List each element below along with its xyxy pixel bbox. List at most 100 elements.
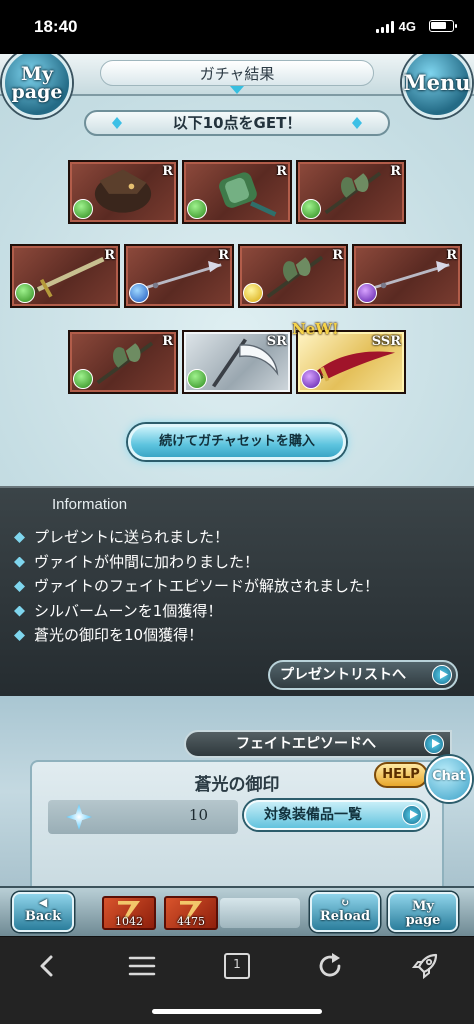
rarity-badge: R [332, 248, 343, 263]
game-footer: ◀ Back 1042 4475 ↻ Reload My page [0, 886, 474, 936]
information-panel: Information プレゼントに送られました！ ヴァイトが仲間に加わりました… [0, 486, 474, 696]
wind-element-icon [73, 199, 93, 219]
seal-count: 10 [188, 806, 208, 824]
ticket-item[interactable]: 4475 [164, 896, 218, 930]
page-title: ガチャ結果 [100, 60, 374, 86]
info-message: ヴァイトのフェイトエピソードが解放されました！ [34, 577, 380, 595]
signal-icon [376, 21, 394, 33]
wind-element-icon [73, 369, 93, 389]
list-item: ヴァイトのフェイトエピソードが解放されました！ [14, 575, 379, 600]
rarity-badge: R [162, 334, 173, 349]
new-tag: NeW! [292, 320, 339, 338]
rarity-badge: SSR [371, 334, 401, 349]
back-arrow-icon: ◀ [38, 896, 48, 909]
ticket-count: 4475 [177, 915, 205, 928]
wind-element-icon [15, 283, 35, 303]
back-button[interactable]: ◀ Back [12, 892, 74, 932]
ticket-item[interactable]: 1042 [102, 896, 156, 930]
arrow-right-icon [424, 734, 444, 754]
item-card[interactable]: R [68, 160, 178, 224]
present-list-button[interactable]: プレゼントリストへ [268, 660, 458, 690]
arrow-right-icon [402, 805, 422, 825]
wind-element-icon [301, 199, 321, 219]
item-card[interactable]: R [238, 244, 348, 308]
diamond-icon [14, 532, 25, 543]
footer-slot [220, 898, 300, 928]
rocket-icon[interactable] [410, 951, 440, 981]
dark-element-icon [357, 283, 377, 303]
footer-mypage-button[interactable]: My page [388, 892, 458, 932]
menu-icon[interactable] [127, 951, 157, 981]
info-message: ヴァイトが仲間に加わりました！ [34, 552, 260, 571]
list-item: プレゼントに送られました！ [14, 526, 379, 551]
item-card[interactable]: SSR [296, 330, 406, 394]
menu-button[interactable]: Menu [402, 54, 472, 118]
info-message: プレゼントに送られました！ [34, 528, 230, 546]
rarity-badge: R [446, 248, 457, 263]
item-card[interactable]: SR [182, 330, 292, 394]
fate-episode-label: フェイトエピソードへ [236, 736, 376, 752]
tabs-icon[interactable]: 1 [222, 951, 252, 981]
item-card[interactable]: R [10, 244, 120, 308]
status-time: 18:40 [34, 17, 78, 36]
game-screen: ガチャ結果 My page Menu 以下10点をGET！ R R R R R R R R SR S… [0, 54, 474, 936]
rarity-badge: R [390, 164, 401, 179]
battery-icon [429, 20, 457, 32]
reload-icon: ↻ [340, 896, 350, 909]
rarity-badge: R [276, 164, 287, 179]
diamond-icon [14, 581, 25, 592]
seal-gem-icon [66, 804, 92, 830]
back-label: Back [24, 909, 62, 924]
item-card[interactable]: R [182, 160, 292, 224]
back-icon[interactable] [32, 951, 62, 981]
help-button[interactable]: HELP [374, 762, 428, 788]
reload-button[interactable]: ↻ Reload [310, 892, 380, 932]
rarity-badge: R [162, 164, 173, 179]
chat-button[interactable]: Chat [426, 756, 472, 802]
info-message: 蒼光の御印を10個獲得！ [34, 626, 204, 644]
gem-icon [112, 117, 122, 129]
equipment-list-label: 対象装備品一覧 [264, 807, 362, 823]
buy-again-button[interactable]: 続けてガチャセットを購入 [128, 424, 346, 460]
information-title: Information [52, 496, 128, 513]
mypage-label-1: My [412, 899, 434, 914]
refresh-icon[interactable] [315, 951, 345, 981]
water-element-icon [129, 283, 149, 303]
light-element-icon [243, 283, 263, 303]
item-card[interactable]: R [352, 244, 462, 308]
diamond-icon [14, 605, 25, 617]
wind-element-icon [187, 369, 207, 389]
rarity-badge: R [218, 248, 229, 263]
item-card[interactable]: R [68, 330, 178, 394]
seal-count-row: 10 [48, 800, 238, 834]
ticket-count: 1042 [115, 915, 143, 928]
result-banner: 以下10点をGET！ [84, 110, 390, 136]
diamond-icon [14, 556, 25, 568]
item-card[interactable]: R [296, 160, 406, 224]
diamond-icon [14, 630, 25, 641]
gem-icon [352, 117, 362, 129]
rarity-badge: R [104, 248, 115, 263]
rarity-badge: SR [266, 334, 287, 349]
item-card[interactable]: R [124, 244, 234, 308]
tab-count: 1 [233, 957, 241, 971]
browser-toolbar: 1 [0, 936, 474, 1024]
status-bar: 18:40 4G [0, 0, 474, 54]
wind-element-icon [187, 199, 207, 219]
network-label: 4G [398, 19, 416, 34]
info-message: シルバームーンを1個獲得！ [34, 601, 223, 620]
dark-element-icon [301, 369, 321, 389]
mypage-label-2: page [11, 81, 63, 103]
title-arrow-icon [230, 86, 244, 94]
reload-label: Reload [319, 909, 371, 924]
fate-episode-button[interactable]: フェイトエピソードへ [184, 730, 452, 758]
mypage-button[interactable]: My page [2, 54, 72, 118]
home-indicator [152, 1009, 322, 1014]
present-list-label: プレゼントリストへ [280, 667, 406, 683]
result-banner-text: 以下10点をGET！ [172, 114, 302, 132]
list-item: シルバームーンを1個獲得！ [14, 600, 379, 625]
arrow-right-icon [432, 665, 452, 685]
information-list: プレゼントに送られました！ ヴァイトが仲間に加わりました！ ヴァイトのフェイトエ… [14, 526, 379, 649]
equipment-list-button[interactable]: 対象装備品一覧 [244, 800, 428, 830]
list-item: 蒼光の御印を10個獲得！ [14, 624, 379, 649]
